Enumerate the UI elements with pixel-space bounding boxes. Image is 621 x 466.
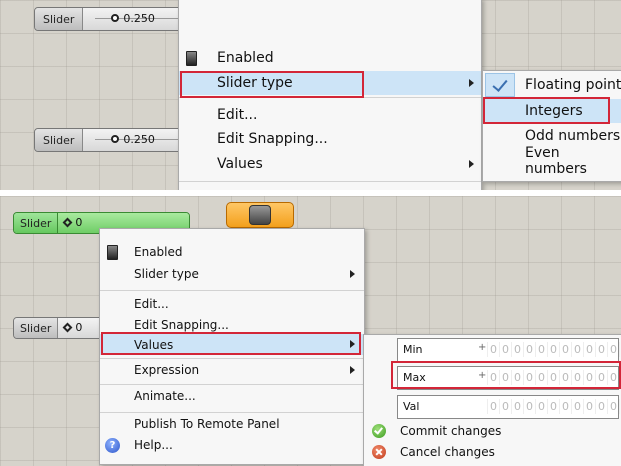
chevron-right-icon <box>350 270 355 278</box>
menu-item-slider-type[interactable]: Slider type <box>100 263 364 285</box>
min-field[interactable]: Min + 000000000000 <box>397 338 621 362</box>
check-icon <box>485 73 515 97</box>
chevron-right-icon <box>350 366 355 374</box>
slider-value: 0.250 <box>123 133 155 146</box>
menu-item-edit[interactable]: Edit... <box>179 103 481 127</box>
slider-value: 0 <box>75 216 83 229</box>
submenu-item-even-numbers[interactable]: Even numbers <box>483 145 621 177</box>
menu-item-values[interactable]: Values <box>179 152 481 176</box>
canvas-top: Slider 0.250 Slider 0.250 Enabled Slider… <box>0 0 621 190</box>
callout-values <box>101 332 361 355</box>
slider-knob[interactable] <box>111 14 120 22</box>
submenu-item-floating-point[interactable]: Floating point <box>483 73 621 97</box>
commit-changes-button[interactable]: Commit changes <box>364 421 621 441</box>
slider-label: Slider <box>14 213 59 233</box>
component-node[interactable] <box>226 202 294 228</box>
slider-knob[interactable] <box>62 322 73 333</box>
callout-max <box>391 361 621 389</box>
values-submenu: Min + 000000000000 Max + 000000000001 Va… <box>363 334 621 466</box>
slider-track[interactable]: 0 <box>58 318 104 338</box>
callout-integers <box>483 97 610 124</box>
val-field[interactable]: Val 000000000000 <box>397 395 621 419</box>
val-digits[interactable]: 000000000000 <box>487 399 621 414</box>
menu-item-enabled[interactable]: Enabled <box>100 241 364 263</box>
slider-component-2[interactable]: Slider 0 <box>13 317 105 339</box>
menu-item-animate[interactable]: Animate... <box>100 385 364 407</box>
check-circle-icon <box>372 424 386 438</box>
slider-type-submenu: Floating point Integers Odd numbers Even… <box>482 70 621 182</box>
menu-item-expression[interactable]: Expression <box>100 359 364 381</box>
menu-item-edit-snapping[interactable]: Edit Snapping... <box>179 127 481 151</box>
menu-item-enabled[interactable]: Enabled <box>179 46 481 70</box>
canvas-bottom: Slider 0 Slider 0 Enabled Slider type Ed… <box>0 196 621 466</box>
slider-label: Slider <box>14 318 59 338</box>
slider-value: 0 <box>75 321 83 334</box>
cancel-changes-button[interactable]: Cancel changes <box>364 442 621 462</box>
chevron-right-icon <box>469 79 474 87</box>
menu-item-edit[interactable]: Edit... <box>100 293 364 315</box>
slider-label: Slider <box>35 8 84 30</box>
callout-slider-type <box>180 71 364 98</box>
toggle-icon <box>107 245 118 260</box>
cancel-circle-icon <box>372 445 386 459</box>
chevron-right-icon <box>469 160 474 168</box>
toggle-icon <box>186 51 197 66</box>
slider-label: Slider <box>35 129 84 151</box>
slider-value: 0.250 <box>123 12 155 25</box>
help-icon: ? <box>105 438 120 453</box>
slider-knob[interactable] <box>111 135 120 143</box>
menu-item-help[interactable]: ? Help... <box>100 434 364 456</box>
menu-item-publish-to-remote-panel[interactable]: Publish To Remote Panel <box>100 413 364 435</box>
slider-knob[interactable] <box>62 217 73 228</box>
min-digits[interactable]: 000000000000 <box>487 342 621 357</box>
